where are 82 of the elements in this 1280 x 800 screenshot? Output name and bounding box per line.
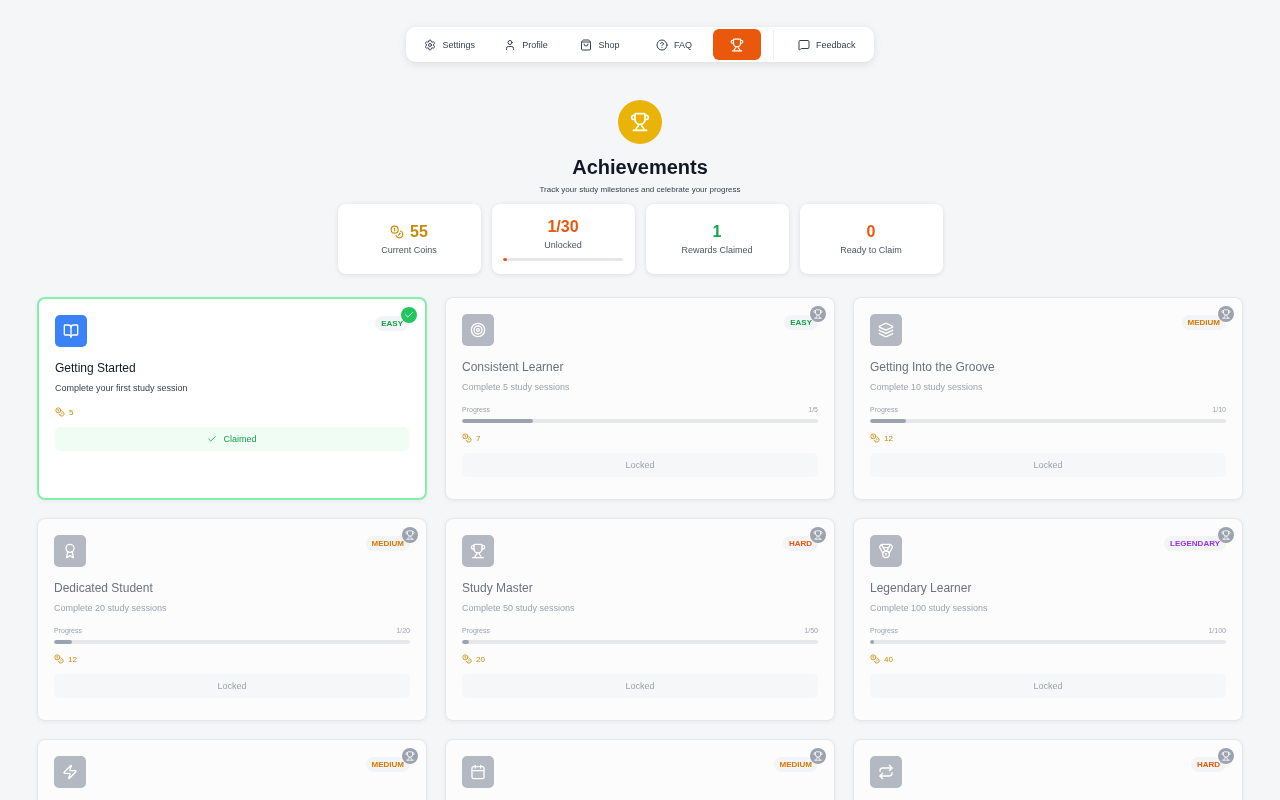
coins-icon [870, 654, 880, 664]
locked-status: Locked [54, 674, 410, 698]
calendar-icon [462, 756, 494, 788]
nav-tab[interactable]: Profile [491, 29, 561, 60]
difficulty-badge: MEDIUM [1181, 315, 1226, 330]
locked-status: Locked [462, 674, 818, 698]
stat-label: Unlocked [544, 239, 582, 250]
check-icon [401, 307, 417, 323]
reward-amount: 12 [68, 654, 77, 664]
locked-status: Locked [462, 453, 818, 477]
reward-amount: 5 [69, 407, 74, 417]
layers-icon [870, 314, 902, 346]
difficulty-badge: LEGENDARY [1164, 536, 1226, 551]
locked-status: Locked [870, 453, 1226, 477]
trophy-icon [1218, 748, 1234, 764]
bag-icon [580, 38, 593, 51]
coins-icon [870, 433, 880, 443]
trophy-icon [810, 306, 826, 322]
page-title: Achievements [572, 156, 708, 179]
nav-tab[interactable]: FAQ [639, 29, 709, 60]
target-icon [462, 314, 494, 346]
achievement-title: Getting Into the Groove [870, 360, 996, 374]
locked-status: Locked [870, 674, 1226, 698]
stat-label: Rewards Claimed [681, 245, 753, 255]
trophy-icon [810, 527, 826, 543]
reward-amount: 20 [476, 654, 485, 664]
stat-value: 1/30 [547, 217, 579, 236]
achievements-tab[interactable] [713, 29, 761, 60]
trophy-icon [402, 527, 418, 543]
nav-tab[interactable]: Settings [412, 29, 487, 60]
stat-value: 0 [866, 223, 876, 241]
lightning-icon [54, 756, 86, 788]
difficulty-badge: HARD [782, 536, 818, 551]
coins-icon [54, 654, 64, 664]
achievement-title: Legendary Learner [870, 581, 973, 595]
achievement-description: Complete 10 study sessions [870, 382, 984, 392]
book-icon [55, 315, 87, 347]
difficulty-badge: HARD [1190, 757, 1226, 772]
award-icon [54, 535, 86, 567]
settings-icon [424, 38, 437, 51]
coins-icon [390, 225, 405, 239]
trophy-icon [1218, 527, 1234, 543]
stat-value: 1 [712, 223, 722, 241]
claimed-status: Claimed [55, 427, 409, 451]
nav-tab[interactable]: Shop [565, 29, 635, 60]
achievement-description: Complete 50 study sessions [462, 603, 576, 613]
trophy-icon [1218, 306, 1234, 322]
achievement-description: Complete 100 study sessions [870, 603, 989, 613]
difficulty-badge: EASY [784, 315, 818, 330]
trophy-icon [402, 748, 418, 764]
user-icon [504, 38, 517, 51]
reward-amount: 40 [884, 654, 893, 664]
coins-icon [55, 407, 65, 417]
difficulty-badge: MEDIUM [773, 757, 818, 772]
achievement-title: Study Master [462, 581, 534, 595]
medal-icon [870, 535, 902, 567]
page-subtitle: Track your study milestones and celebrate your progress [539, 185, 741, 194]
trophy-emblem [618, 100, 662, 144]
stat-label: Ready to Claim [840, 245, 902, 255]
coins-icon [462, 433, 472, 443]
reward-amount: 12 [884, 433, 893, 443]
achievement-title: Getting Started [55, 361, 137, 375]
trophy-icon [462, 535, 494, 567]
achievement-description: Complete your first study session [55, 383, 189, 393]
check-icon [207, 434, 218, 444]
coins-icon [462, 654, 472, 664]
repeat-icon [870, 756, 902, 788]
difficulty-badge: MEDIUM [365, 757, 410, 772]
help-icon [656, 38, 668, 51]
nav-tab[interactable]: Feedback [786, 29, 868, 60]
trophy-icon [730, 37, 744, 52]
achievement-description: Complete 20 study sessions [54, 603, 168, 613]
achievement-title: Consistent Learner [462, 360, 565, 374]
difficulty-badge: MEDIUM [365, 536, 410, 551]
difficulty-badge: EASY [375, 316, 409, 331]
trophy-icon [810, 748, 826, 764]
achievement-title: Dedicated Student [54, 581, 154, 595]
reward-amount: 7 [476, 433, 481, 443]
stat-label: Current Coins [381, 245, 437, 255]
achievement-description: Complete 5 study sessions [462, 382, 571, 392]
stat-value: 55 [410, 223, 428, 241]
message-icon [798, 38, 810, 51]
